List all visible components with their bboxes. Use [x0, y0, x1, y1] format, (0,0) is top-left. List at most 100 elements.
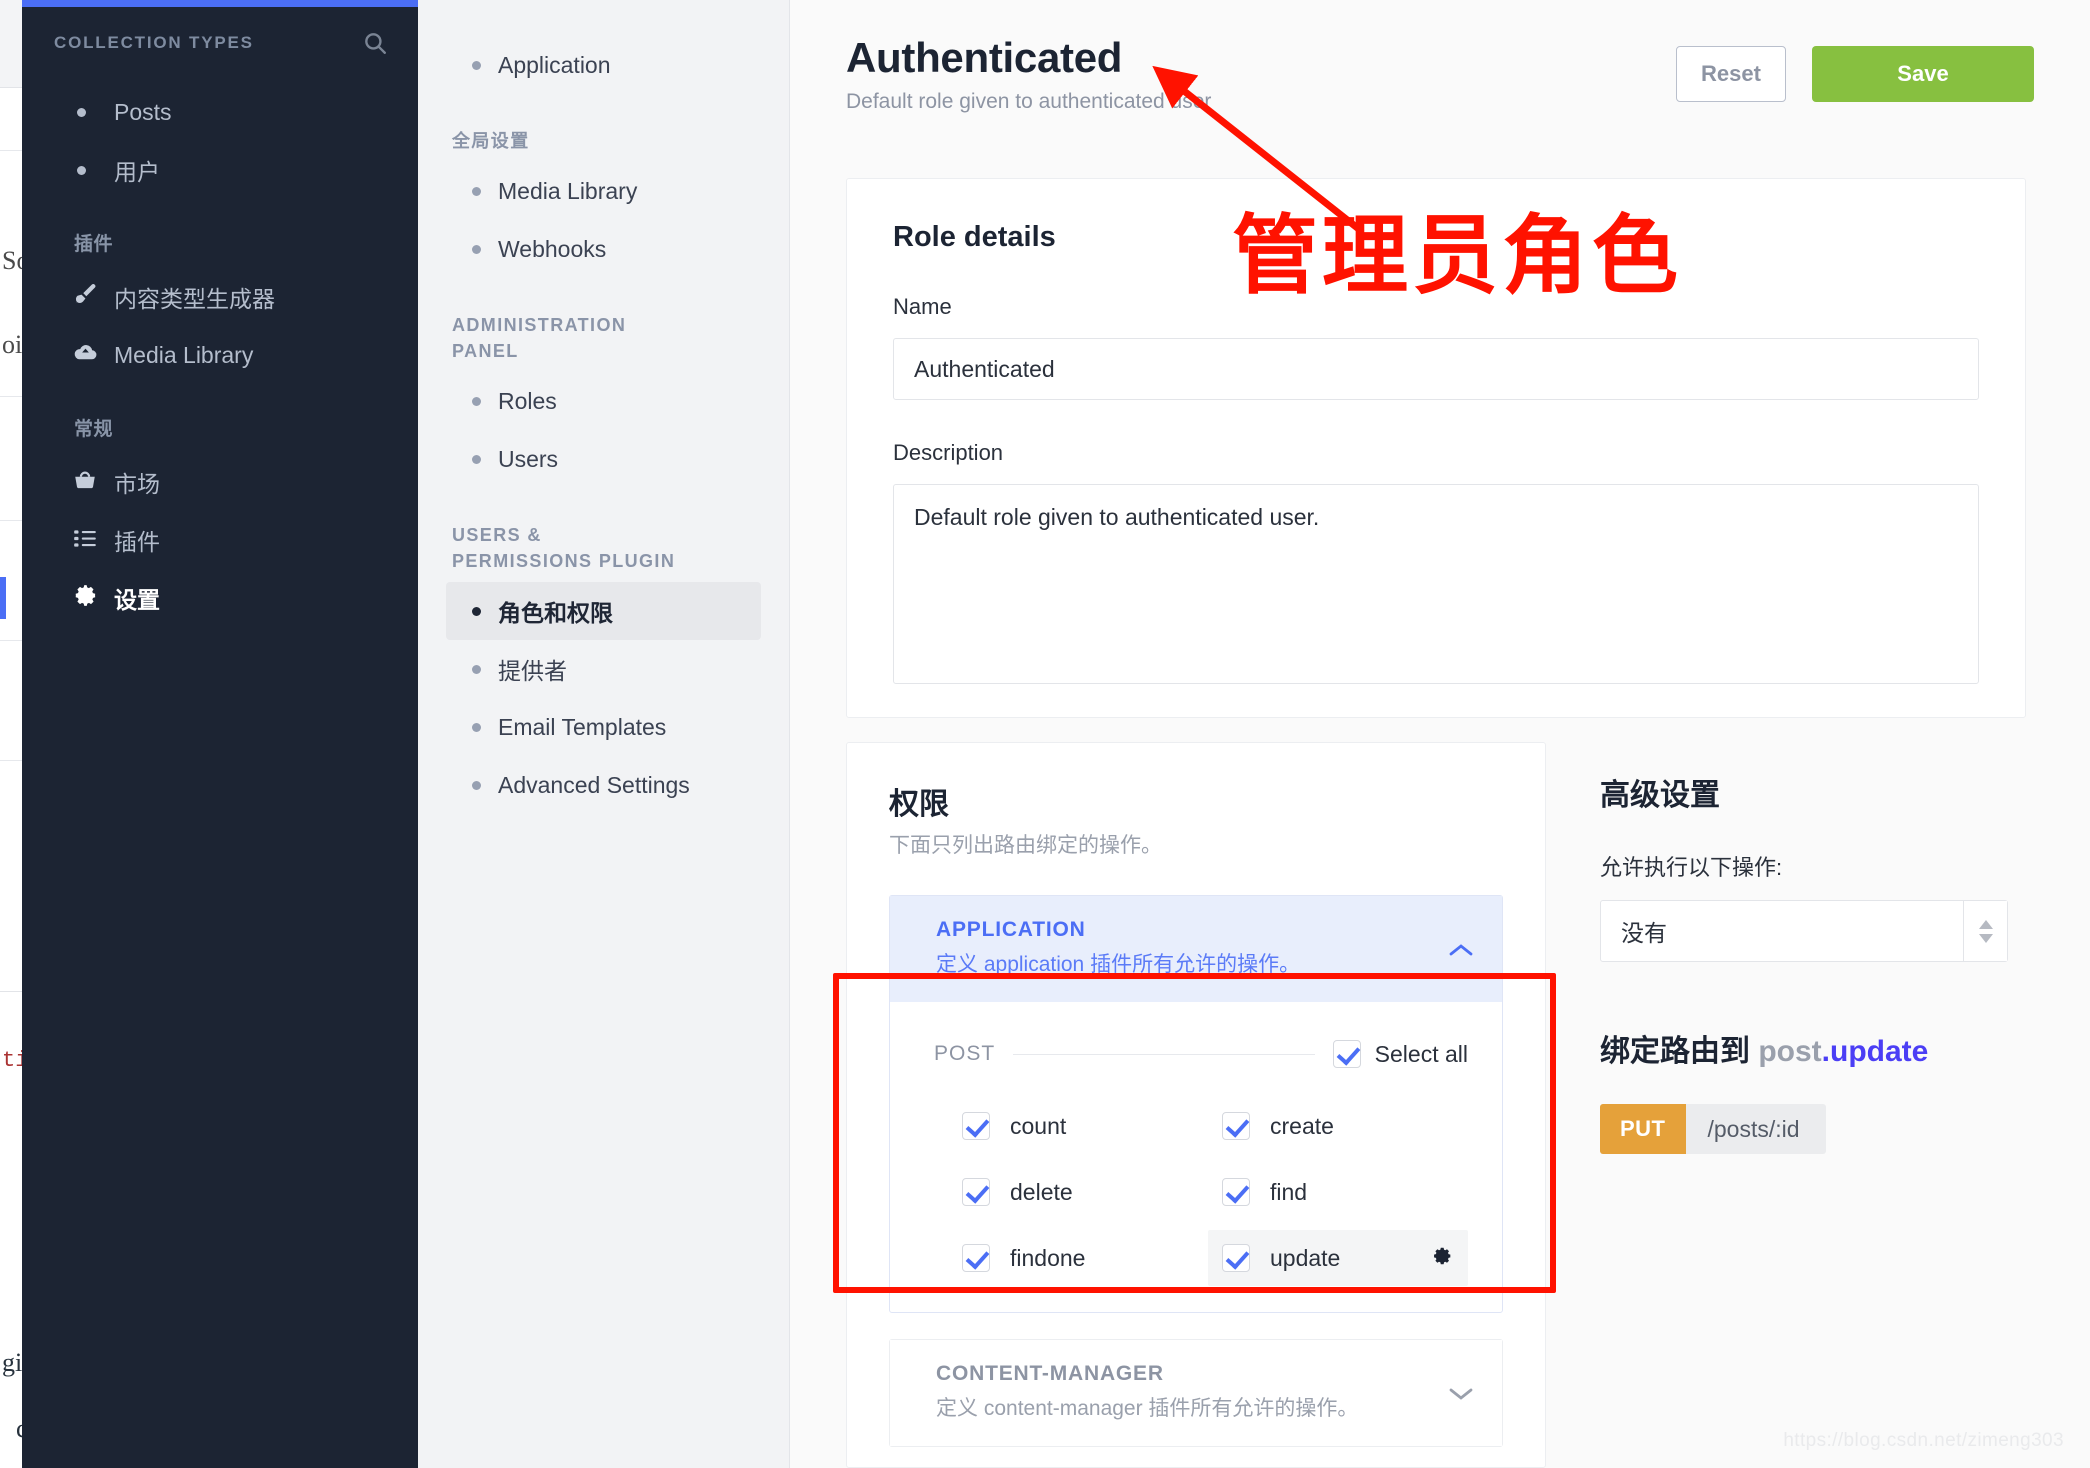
- select-all-label: Select all: [1374, 1040, 1468, 1067]
- permission-item-create[interactable]: create: [1208, 1098, 1468, 1154]
- sidebar-item-posts[interactable]: Posts: [22, 83, 418, 141]
- annotation-text: 管理员角色: [1232, 208, 1682, 304]
- cloud-upload-icon: [70, 339, 100, 371]
- permission-label: findone: [1010, 1244, 1086, 1271]
- bound-route-object: post: [1758, 1035, 1822, 1068]
- settings-item-providers[interactable]: 提供者: [446, 640, 761, 698]
- permission-item-update[interactable]: update: [1208, 1230, 1468, 1286]
- settings-item-roles-and-permissions[interactable]: 角色和权限: [446, 582, 761, 641]
- permission-item-findone[interactable]: findone: [948, 1230, 1208, 1286]
- sidebar-item-users-cn[interactable]: 用户: [22, 141, 418, 199]
- plugin-body-application: POST Select all count create delete find…: [890, 1002, 1502, 1312]
- sidebar-item-content-type-builder[interactable]: 内容类型生成器: [22, 268, 418, 326]
- permission-checkbox[interactable]: [962, 1244, 990, 1272]
- permission-item-find[interactable]: find: [1208, 1164, 1468, 1220]
- settings-item-application[interactable]: Application: [446, 36, 761, 94]
- select-all-control[interactable]: Select all: [1332, 1040, 1468, 1068]
- chevron-up-icon[interactable]: [1448, 936, 1474, 962]
- allowed-action-select[interactable]: 没有: [1600, 900, 2008, 962]
- settings-item-label: Application: [498, 51, 611, 78]
- permission-checkbox[interactable]: [1222, 1178, 1250, 1206]
- sidebar-group-plugins-title: 插件: [74, 234, 114, 255]
- advanced-settings-title: 高级设置: [1600, 779, 1720, 812]
- bullet-icon: [77, 107, 86, 117]
- settings-item-webhooks[interactable]: Webhooks: [446, 220, 761, 278]
- bg-fragment-3: gi: [2, 1348, 23, 1377]
- bullet-icon: [472, 780, 481, 790]
- chevron-down-icon[interactable]: [1448, 1380, 1474, 1406]
- permission-item-count[interactable]: count: [948, 1098, 1208, 1154]
- reset-button[interactable]: Reset: [1676, 46, 1786, 102]
- route-path: /posts/:id: [1707, 1115, 1800, 1142]
- bullet-icon: [472, 454, 481, 464]
- name-input[interactable]: [893, 338, 1979, 400]
- shop-icon: [70, 467, 100, 498]
- permission-checkbox[interactable]: [962, 1178, 990, 1206]
- settings-item-label: Roles: [498, 387, 557, 414]
- permission-checkbox[interactable]: [1222, 1244, 1250, 1272]
- sidebar-item-settings[interactable]: 设置: [0, 569, 418, 627]
- bullet-icon: [472, 722, 481, 732]
- watermark: https://blog.csdn.net/zimeng303: [1783, 1430, 2064, 1451]
- settings-group-global-title: 全局设置: [452, 131, 530, 151]
- settings-item-label: Media Library: [498, 177, 638, 204]
- paintbrush-icon: [70, 282, 100, 313]
- sidebar-item-media-library[interactable]: Media Library: [22, 326, 418, 384]
- bullet-icon: [472, 396, 481, 406]
- settings-item-media-library[interactable]: Media Library: [446, 162, 761, 220]
- settings-item-users[interactable]: Users: [446, 430, 761, 488]
- bound-route-dot: .: [1821, 1035, 1831, 1068]
- plugin-name: APPLICATION: [936, 918, 1086, 941]
- bullet-icon: [472, 186, 481, 196]
- gear-icon[interactable]: [1430, 1244, 1454, 1273]
- chevron-updown-icon[interactable]: [1963, 901, 2007, 961]
- sidebar-item-marketplace[interactable]: 市场: [22, 453, 418, 511]
- settings-item-email-templates[interactable]: Email Templates: [446, 698, 761, 756]
- permission-checkbox[interactable]: [1222, 1112, 1250, 1140]
- settings-item-advanced-settings[interactable]: Advanced Settings: [446, 756, 761, 814]
- sidebar-header: COLLECTION TYPES: [22, 7, 418, 79]
- bullet-icon: [472, 606, 481, 616]
- settings-item-label: Email Templates: [498, 713, 667, 740]
- permission-label: count: [1010, 1112, 1067, 1139]
- settings-item-label: 提供者: [498, 658, 567, 685]
- permissions-card: 权限 下面只列出路由绑定的操作。 APPLICATION 定义 applicat…: [846, 742, 1546, 1468]
- plugin-section-application: APPLICATION 定义 application 插件所有允许的操作。 PO…: [889, 895, 1503, 1313]
- settings-group-users-permissions-title: USERS & PERMISSIONS PLUGIN: [452, 525, 676, 572]
- divider: [1013, 1053, 1315, 1055]
- plugin-header-content-manager[interactable]: CONTENT-MANAGER 定义 content-manager 插件所有允…: [890, 1340, 1502, 1446]
- http-method-badge: PUT: [1600, 1104, 1686, 1154]
- gear-icon: [70, 582, 100, 614]
- save-button[interactable]: Save: [1812, 46, 2034, 102]
- sidebar-item-plugins[interactable]: 插件: [22, 511, 418, 569]
- permission-label: update: [1270, 1244, 1341, 1271]
- settings-item-label: Users: [498, 445, 559, 472]
- sidebar-item-label: 插件: [114, 529, 160, 555]
- bound-route-title: 绑定路由到 post.update: [1600, 1026, 2026, 1070]
- allowed-action-value: 没有: [1621, 920, 1667, 946]
- permission-actions-grid: count create delete find findone update: [890, 1098, 1502, 1286]
- list-icon: [70, 525, 100, 556]
- permission-item-delete[interactable]: delete: [948, 1164, 1208, 1220]
- sidebar-group-general-title: 常规: [74, 419, 114, 440]
- route-group-label: POST: [934, 1042, 996, 1065]
- sidebar-title: COLLECTION TYPES: [54, 33, 254, 52]
- permission-label: create: [1270, 1112, 1334, 1139]
- bullet-icon: [472, 664, 481, 674]
- sidebar-item-label: Posts: [114, 98, 172, 125]
- plugin-header-application[interactable]: APPLICATION 定义 application 插件所有允许的操作。: [890, 896, 1502, 1002]
- settings-item-roles[interactable]: Roles: [446, 372, 761, 430]
- permission-label: delete: [1010, 1178, 1073, 1205]
- description-textarea[interactable]: Default role given to authenticated user…: [893, 484, 1979, 684]
- search-icon[interactable]: [362, 30, 388, 56]
- permission-label: find: [1270, 1178, 1308, 1205]
- advanced-settings-panel: 高级设置 允许执行以下操作: 没有 绑定路由到 post.update PUT …: [1600, 770, 2026, 1154]
- bound-route-prefix: 绑定路由到: [1600, 1035, 1750, 1068]
- bullet-icon: [77, 165, 86, 175]
- description-label: Description: [893, 440, 1004, 465]
- permission-checkbox[interactable]: [962, 1112, 990, 1140]
- settings-item-label: Advanced Settings: [498, 771, 690, 798]
- settings-item-label: 角色和权限: [498, 600, 613, 627]
- sidebar-item-label: 内容类型生成器: [114, 286, 275, 312]
- select-all-checkbox[interactable]: [1332, 1040, 1361, 1068]
